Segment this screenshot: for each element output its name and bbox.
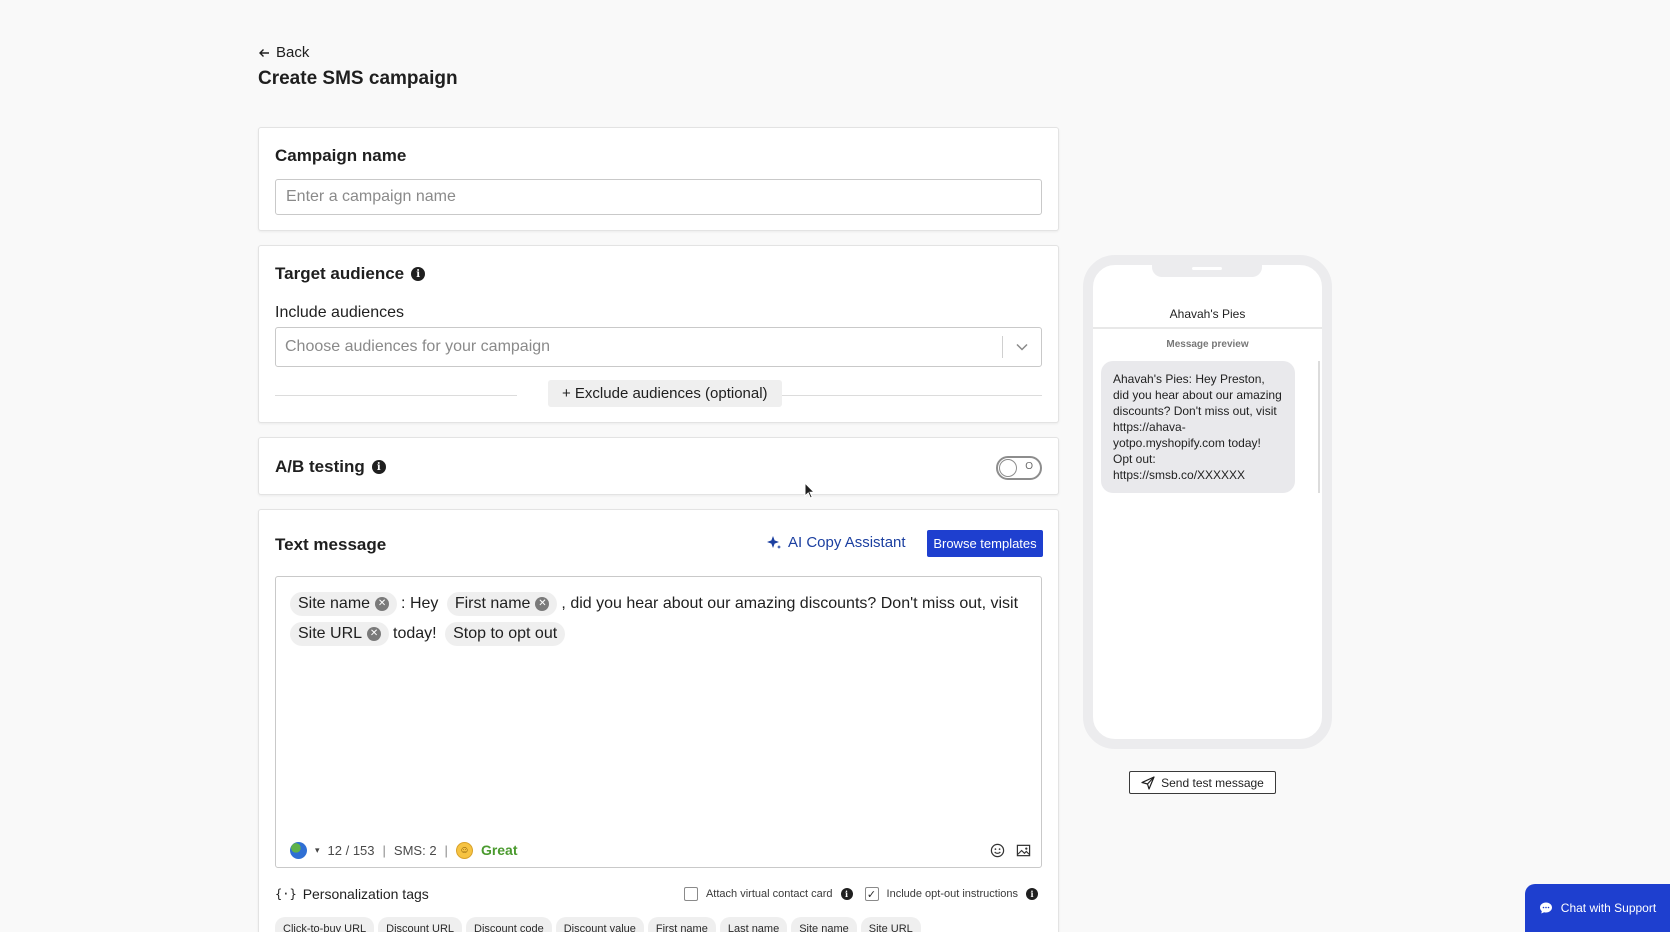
char-count: 12 / 153 [327,842,375,858]
emoji-icon[interactable] [989,842,1005,858]
divider-left [275,395,517,396]
sms-count: SMS: 2 [393,842,437,858]
tag-chip-site-url[interactable]: Site URL ✕ [290,622,390,647]
preview-subtitle: Message preview [1166,339,1249,350]
target-audience-title: Target audience i [275,264,426,284]
campaign-name-title: Campaign name [275,146,407,165]
toggle-state-text: O [1025,461,1033,472]
message-text: today! [393,625,437,643]
message-bubble: Ahavah's Pies: Hey Preston, did you hear… [1101,361,1295,493]
image-icon[interactable] [1015,842,1031,858]
ab-testing-title-text: A/B testing [275,457,365,476]
mouse-cursor-icon [804,482,816,499]
ab-testing-card: A/B testing i O [258,437,1059,495]
personalization-toggle[interactable]: {·} Personalization tags [275,886,429,902]
message-text: : Hey [401,595,439,612]
tag-chip-opt-out[interactable]: Stop to opt out [445,622,566,647]
chat-bubble-icon [1539,902,1552,914]
chip-label: First name [454,595,531,612]
separator: | [444,842,448,858]
tag-pill[interactable]: First name [647,917,716,932]
audience-select-placeholder: Choose audiences for your campaign [285,338,551,355]
chat-support-button[interactable]: Chat with Support [1525,884,1670,932]
tag-pill[interactable]: Discount URL [378,917,462,932]
tag-chip-site-name[interactable]: Site name ✕ [290,592,398,616]
ai-copy-assistant-label: AI Copy Assistant [788,534,906,551]
smile-face-icon: ☺ [455,841,473,859]
preview-scrollbar[interactable] [1318,361,1320,493]
chip-label: Site name [298,595,371,612]
info-icon[interactable]: i [1026,888,1038,900]
personalization-label: Personalization tags [302,886,429,902]
chevron-down-icon[interactable] [1003,343,1041,351]
browse-templates-button[interactable]: Browse templates [927,530,1043,557]
attach-vcard-label: Attach virtual contact card [705,888,833,900]
info-icon[interactable]: i [371,460,386,474]
preview-divider [1093,327,1322,329]
tag-pill[interactable]: Discount value [555,917,644,932]
target-audience-card: Target audience i Include audiences Choo… [258,245,1059,423]
divider-right [768,395,1042,396]
text-message-title: Text message [275,535,387,554]
send-test-label: Send test message [1161,775,1264,790]
campaign-name-card: Campaign name [258,127,1059,231]
phone-notch-bar [1192,267,1222,270]
send-icon [1141,775,1155,790]
info-icon[interactable]: i [840,888,853,900]
tag-pill[interactable]: Discount code [466,917,552,932]
personalization-tags: Click-to-buy URL Discount URL Discount c… [275,917,1045,932]
message-options: Attach virtual contact card i ✓ Include … [683,887,1042,901]
ab-testing-toggle[interactable]: O [996,456,1042,480]
opt-out-checkbox[interactable]: ✓ [864,887,879,901]
target-audience-title-text: Target audience [275,264,405,283]
opt-out-label: Include opt-out instructions [886,888,1018,900]
quality-badge: Great [480,842,518,858]
chip-label: Stop to opt out [453,625,558,643]
close-icon[interactable]: ✕ [535,597,550,611]
preview-store-name: Ahavah's Pies [1169,307,1246,321]
close-icon[interactable]: ✕ [367,627,382,642]
campaign-name-input[interactable] [275,179,1042,215]
toggle-knob [999,459,1017,477]
exclude-audiences-button[interactable]: + Exclude audiences (optional) [548,380,782,407]
message-editor[interactable]: Site name ✕ : Hey First name ✕ , did you hea… [275,576,1042,868]
chat-support-label: Chat with Support [1560,901,1657,915]
personalization-row: {·} Personalization tags Attach virtual … [275,884,1042,904]
tag-pill[interactable]: Last name [719,917,788,932]
tag-pill[interactable]: Click-to-buy URL [275,917,375,932]
ai-copy-assistant-button[interactable]: AI Copy Assistant [766,534,906,551]
tag-pill[interactable]: Site URL [860,917,921,932]
send-test-message-button[interactable]: Send test message [1129,771,1276,794]
phone-preview: Ahavah's Pies Message preview Ahavah's P… [1083,255,1332,749]
ab-testing-title: A/B testing i [275,457,386,477]
chip-label: Site URL [298,625,363,643]
back-link[interactable]: Back [258,44,309,61]
audience-select[interactable]: Choose audiences for your campaign [275,327,1042,367]
include-audiences-label: Include audiences [275,304,404,321]
close-icon[interactable]: ✕ [375,597,390,611]
editor-tools [989,842,1031,858]
attach-vcard-checkbox[interactable] [683,887,698,901]
language-chevron-icon[interactable]: ▾ [315,845,320,856]
braces-icon: {·} [275,887,297,901]
phone-notch [1152,265,1262,277]
text-message-card: Text message AI Copy Assistant Browse te… [258,509,1059,932]
globe-icon[interactable] [290,841,307,859]
sparkle-icon [767,535,781,549]
message-content[interactable]: Site name ✕ : Hey First name ✕ , did you hea… [290,589,1030,649]
tag-chip-first-name[interactable]: First name ✕ [446,592,558,616]
page-title: Create SMS campaign [258,68,458,89]
back-label: Back [276,44,310,61]
message-text: , did you hear about our amazing discoun… [561,595,1019,612]
separator: | [382,842,386,858]
arrow-left-icon [259,48,269,57]
info-icon[interactable]: i [411,267,426,281]
editor-footer: ▾ 12 / 153 | SMS: 2 | ☺ Great [290,839,1031,861]
tag-pill[interactable]: Site name [791,917,857,932]
